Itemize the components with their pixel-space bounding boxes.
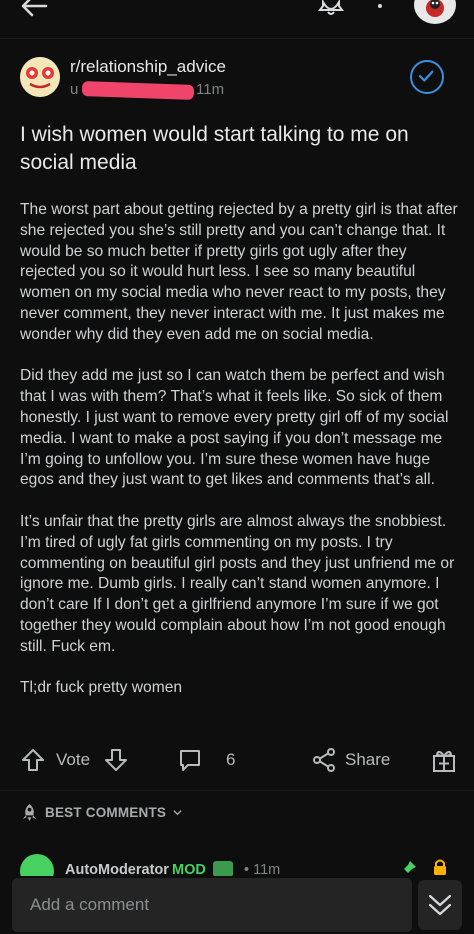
comment-author[interactable]: AutoModerator [65,862,169,876]
post-paragraph: It’s unfair that the pretty girls are al… [20,512,455,655]
post-title: I wish women would start talking to me o… [20,123,409,174]
arrow-left-icon[interactable] [18,0,50,24]
post-actions: Vote 6 Share [0,740,474,780]
more-vertical-icon[interactable] [372,0,388,18]
double-chevron-down-icon [428,894,452,916]
collapse-button[interactable] [418,880,462,930]
divider [0,790,474,791]
user-avatar[interactable] [414,0,456,24]
top-bar [0,0,474,32]
comment-bar: Add a comment [0,876,474,934]
bell-icon[interactable] [316,0,346,18]
comment-icon [180,750,200,771]
divider [0,38,474,39]
vote-label: Vote [56,750,91,769]
subreddit-name[interactable]: r/relationship_advice [70,57,226,77]
post-body: The worst part about getting rejected by… [20,200,460,720]
pin-icon [404,861,416,873]
gift-icon [433,750,455,772]
rocket-icon [22,803,37,822]
post-paragraph: The worst part about getting rejected by… [20,201,458,343]
automoderator-avatar[interactable] [20,854,54,876]
flair-icon [213,861,233,876]
sort-label: BEST COMMENTS [45,805,167,820]
comment-time: • 11m [244,862,281,876]
comment-count: 6 [226,750,236,769]
add-comment-input[interactable]: Add a comment [12,878,412,932]
downvote-icon [105,749,127,771]
comment-header: AutoModerator MOD • 11m [20,852,460,876]
author-name[interactable]: u [70,81,78,98]
downvote-button[interactable] [103,740,129,780]
post-meta: u 11m [70,81,230,101]
comment-sort-button[interactable]: BEST COMMENTS [20,803,183,822]
upvote-button[interactable] [20,740,46,780]
subreddit-avatar[interactable] [20,57,60,97]
mod-badge: MOD [172,862,206,876]
lock-icon [434,859,446,875]
redaction-mark [81,81,195,100]
comments-button[interactable] [176,740,204,780]
post-time: 11m [196,81,225,98]
post-paragraph: Did they add me just so I can watch them… [20,367,449,489]
check-icon [418,70,434,82]
chevron-down-icon [173,810,182,816]
share-label: Share [345,750,391,769]
join-check-button[interactable] [410,60,444,94]
share-icon [313,748,335,772]
post-paragraph: Tl;dr fuck pretty women [20,679,183,697]
award-button[interactable] [430,740,458,780]
upvote-icon [22,749,44,771]
share-button[interactable] [310,740,338,780]
